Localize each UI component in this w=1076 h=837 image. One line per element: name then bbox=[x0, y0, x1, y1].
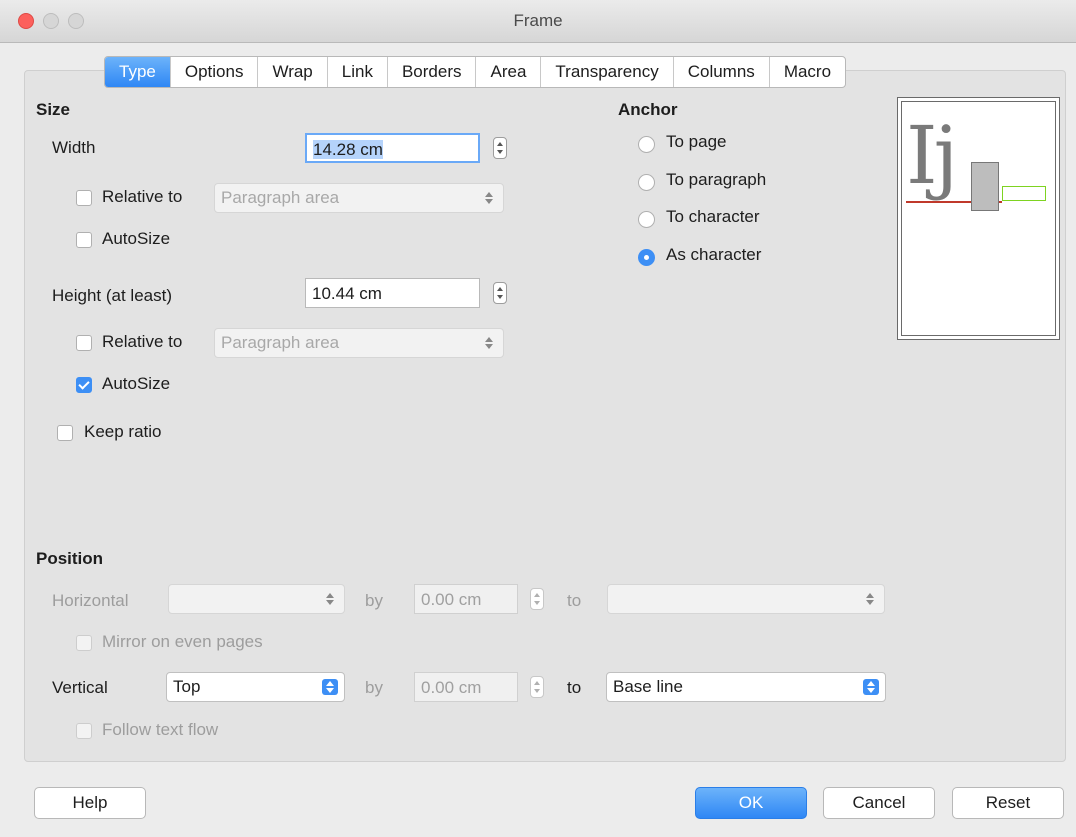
follow-text-flow-label: Follow text flow bbox=[102, 720, 219, 739]
relative-to-height-checkbox[interactable] bbox=[76, 335, 92, 351]
vertical-to-select[interactable]: Base line bbox=[606, 672, 886, 702]
tab-options[interactable]: Options bbox=[169, 57, 258, 87]
anchor-to-character-label: To character bbox=[666, 207, 760, 226]
chevron-updown-icon bbox=[481, 335, 497, 351]
vertical-by-label: by bbox=[365, 678, 383, 697]
vertical-select[interactable]: Top bbox=[166, 672, 345, 702]
keep-ratio-label: Keep ratio bbox=[84, 422, 162, 441]
anchor-as-character-radio[interactable] bbox=[638, 249, 655, 266]
tab-wrap[interactable]: Wrap bbox=[257, 57, 326, 87]
frame-preview: Ij bbox=[897, 97, 1060, 340]
anchor-heading: Anchor bbox=[618, 100, 678, 119]
horizontal-by-label: by bbox=[365, 591, 383, 610]
vertical-to-value: Base line bbox=[613, 677, 683, 696]
keep-ratio-checkbox[interactable] bbox=[57, 425, 73, 441]
relative-to-height-value: Paragraph area bbox=[221, 333, 340, 352]
preview-paragraph-area bbox=[1002, 186, 1046, 201]
relative-to-width-label: Relative to bbox=[102, 187, 183, 206]
horizontal-to-label: to bbox=[567, 591, 582, 610]
vertical-by-spinner bbox=[530, 676, 544, 698]
relative-to-width-select: Paragraph area bbox=[214, 183, 504, 213]
chevron-updown-icon bbox=[863, 679, 879, 695]
tab-area[interactable]: Area bbox=[475, 57, 540, 87]
anchor-to-paragraph-label: To paragraph bbox=[666, 170, 767, 189]
tab-columns[interactable]: Columns bbox=[672, 57, 769, 87]
vertical-by-input: 0.00 cm bbox=[414, 672, 518, 702]
relative-to-width-value: Paragraph area bbox=[221, 188, 340, 207]
relative-to-height-label: Relative to bbox=[102, 332, 183, 351]
width-input[interactable]: 14.28 cm bbox=[305, 133, 480, 163]
height-label: Height (at least) bbox=[52, 286, 172, 305]
horizontal-by-spinner bbox=[530, 588, 544, 610]
mirror-even-pages-label: Mirror on even pages bbox=[102, 632, 263, 651]
anchor-to-paragraph-radio[interactable] bbox=[638, 174, 655, 191]
tab-borders[interactable]: Borders bbox=[386, 57, 476, 87]
follow-text-flow-checkbox bbox=[76, 723, 92, 739]
tab-bar: Type Options Wrap Link Borders Area Tran… bbox=[104, 56, 847, 88]
preview-frame bbox=[971, 162, 999, 211]
preview-glyphs: Ij bbox=[906, 109, 958, 202]
ok-button[interactable]: OK bbox=[695, 787, 807, 819]
relative-to-height-select: Paragraph area bbox=[214, 328, 504, 358]
width-value: 14.28 cm bbox=[313, 140, 383, 159]
autosize-width-label: AutoSize bbox=[102, 229, 171, 248]
horizontal-label: Horizontal bbox=[52, 591, 129, 610]
anchor-to-page-label: To page bbox=[666, 132, 727, 151]
height-input[interactable]: 10.44 cm bbox=[305, 278, 480, 308]
vertical-label: Vertical bbox=[52, 678, 108, 697]
vertical-to-label: to bbox=[567, 678, 582, 697]
anchor-to-page-radio[interactable] bbox=[638, 136, 655, 153]
relative-to-width-checkbox[interactable] bbox=[76, 190, 92, 206]
width-label: Width bbox=[52, 138, 96, 157]
horizontal-to-select bbox=[607, 584, 885, 614]
chevron-updown-icon bbox=[322, 591, 338, 607]
reset-button[interactable]: Reset bbox=[952, 787, 1064, 819]
autosize-height-label: AutoSize bbox=[102, 374, 171, 393]
tab-link[interactable]: Link bbox=[326, 57, 387, 87]
anchor-as-character-label: As character bbox=[666, 245, 762, 264]
autosize-width-checkbox[interactable] bbox=[76, 232, 92, 248]
horizontal-by-input: 0.00 cm bbox=[414, 584, 518, 614]
chevron-updown-icon bbox=[481, 190, 497, 206]
chevron-updown-icon bbox=[322, 679, 338, 695]
tab-transparency[interactable]: Transparency bbox=[540, 57, 672, 87]
horizontal-select bbox=[168, 584, 345, 614]
anchor-to-character-radio[interactable] bbox=[638, 211, 655, 228]
preview-page: Ij bbox=[901, 101, 1056, 336]
height-spinner[interactable] bbox=[493, 282, 507, 304]
mirror-even-pages-checkbox bbox=[76, 635, 92, 651]
vertical-value: Top bbox=[173, 677, 201, 696]
window-title: Frame bbox=[513, 11, 563, 30]
autosize-height-checkbox[interactable] bbox=[76, 377, 92, 393]
help-button[interactable]: Help bbox=[34, 787, 146, 819]
tab-macro[interactable]: Macro bbox=[768, 57, 845, 87]
size-heading: Size bbox=[36, 100, 71, 119]
cancel-button[interactable]: Cancel bbox=[823, 787, 935, 819]
chevron-updown-icon bbox=[862, 591, 878, 607]
tab-type[interactable]: Type bbox=[105, 57, 170, 87]
width-spinner[interactable] bbox=[493, 137, 507, 159]
position-heading: Position bbox=[36, 549, 104, 568]
